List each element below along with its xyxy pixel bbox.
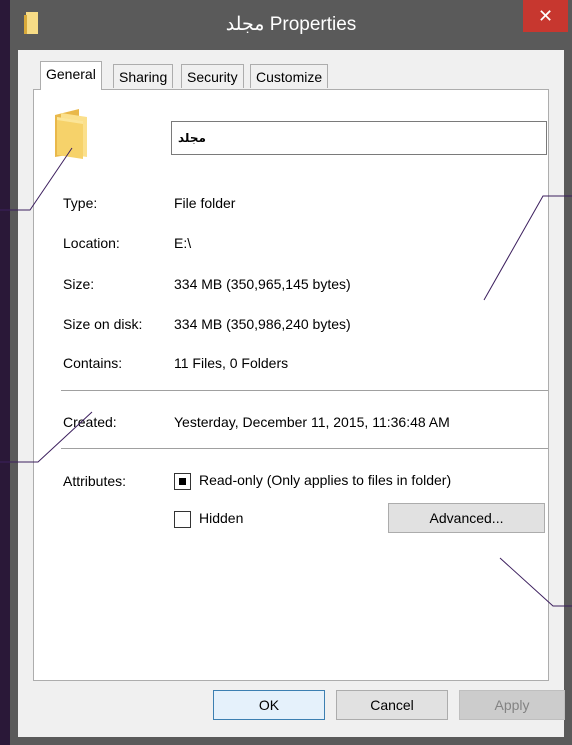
tab-security[interactable]: Security: [181, 64, 244, 88]
tab-customize[interactable]: Customize: [250, 64, 329, 88]
close-icon: ✕: [537, 6, 554, 26]
advanced-button[interactable]: Advanced...: [388, 503, 545, 533]
type-label: Type:: [63, 195, 98, 211]
apply-button[interactable]: Apply: [459, 690, 565, 720]
divider: [61, 390, 548, 391]
contains-value: 11 Files, 0 Folders: [174, 355, 289, 371]
tab-label: Security: [187, 69, 238, 85]
size-label: Size:: [63, 276, 95, 292]
created-value: Yesterday, December 11, 2015, 11:36:48 A…: [174, 414, 450, 430]
hidden-checkbox[interactable]: [174, 511, 191, 528]
contains-label: Contains:: [63, 355, 123, 371]
created-label: Created:: [63, 414, 117, 430]
dialog-body: General Sharing Security Customize مجلد …: [18, 50, 565, 737]
folder-name-input[interactable]: مجلد: [171, 121, 547, 155]
tab-label: General: [46, 66, 96, 82]
attributes-label: Attributes:: [63, 473, 127, 489]
close-button[interactable]: ✕: [523, 0, 568, 32]
window-title: مجلد Properties: [225, 14, 357, 35]
properties-window: مجلد Properties ✕ General Sharing Securi…: [10, 0, 572, 745]
readonly-label: Read-only (Only applies to files in fold…: [199, 472, 452, 488]
tab-general[interactable]: General: [40, 61, 102, 90]
size-on-disk-value: 334 MB (350,986,240 bytes): [174, 316, 351, 332]
general-tab-panel: [33, 89, 549, 681]
divider: [61, 448, 548, 449]
tab-label: Sharing: [119, 69, 168, 85]
location-value: E:\: [174, 235, 192, 251]
readonly-checkbox[interactable]: [174, 473, 191, 490]
size-value: 334 MB (350,965,145 bytes): [174, 276, 351, 292]
location-label: Location:: [63, 235, 120, 251]
indeterminate-mark: [179, 478, 186, 485]
type-value: File folder: [174, 195, 236, 211]
title-bar[interactable]: مجلد Properties ✕: [10, 0, 572, 50]
folder-icon: [55, 109, 87, 159]
hidden-label: Hidden: [199, 510, 244, 526]
tab-sharing[interactable]: Sharing: [113, 64, 174, 88]
tab-label: Customize: [256, 69, 323, 85]
cancel-button[interactable]: Cancel: [336, 690, 448, 720]
ok-button[interactable]: OK: [213, 690, 325, 720]
size-on-disk-label: Size on disk:: [63, 316, 143, 332]
